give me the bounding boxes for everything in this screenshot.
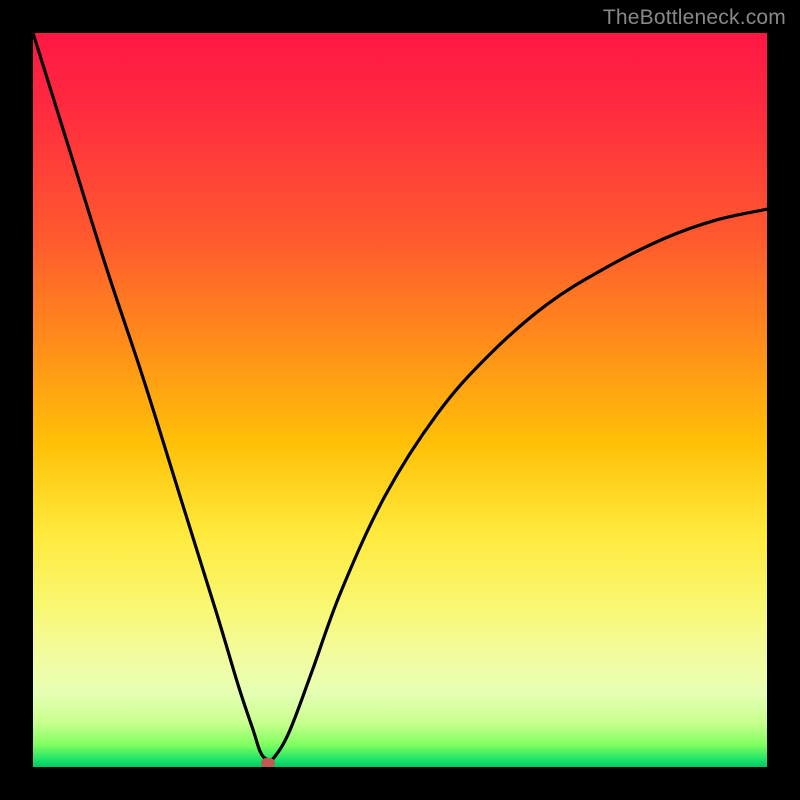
watermark-text: TheBottleneck.com xyxy=(603,6,786,30)
bottleneck-curve xyxy=(33,33,767,767)
plot-area xyxy=(33,33,767,767)
chart-frame: TheBottleneck.com xyxy=(0,0,800,800)
optimal-point-marker xyxy=(261,758,275,767)
